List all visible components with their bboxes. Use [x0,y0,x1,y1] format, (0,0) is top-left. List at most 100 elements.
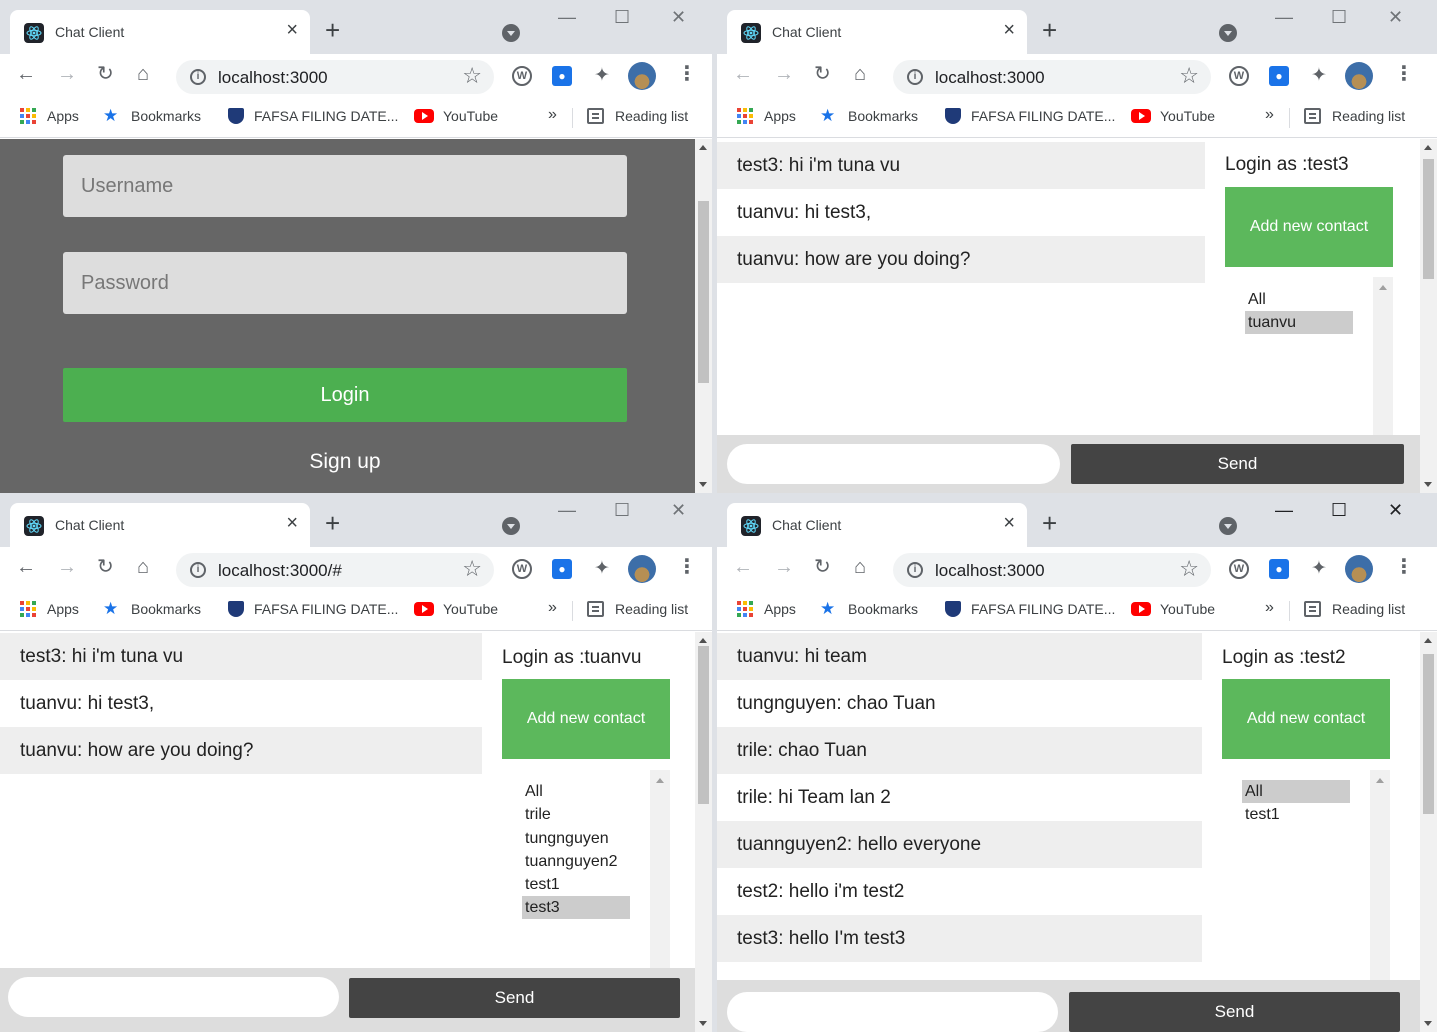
reading-list[interactable]: Reading list [615,108,688,124]
add-contact-button[interactable]: Add new contact [502,679,670,759]
extension-drop-icon[interactable]: ● [552,559,572,579]
home-icon[interactable]: ⌂ [854,557,866,577]
send-button[interactable]: Send [1069,992,1400,1032]
bookmark-fafsa[interactable]: FAFSA FILING DATE... [971,108,1115,124]
minimize-icon[interactable]: — [558,501,576,519]
contact-item[interactable]: test1 [522,873,630,896]
close-window-icon[interactable]: ✕ [1388,501,1403,519]
info-icon[interactable]: i [907,562,923,578]
bookmark-folder[interactable]: Bookmarks [131,108,201,124]
reload-icon[interactable]: ↻ [97,557,114,577]
scroll-up-arrow[interactable] [1424,145,1432,150]
page-scrollbar[interactable] [1420,139,1437,493]
browser-tab[interactable]: Chat Client × [727,10,1027,54]
bookmarks-overflow[interactable]: » [1265,599,1274,617]
bookmark-apps[interactable]: Apps [764,601,796,617]
maximize-icon[interactable]: ☐ [1331,501,1347,519]
extension-w-icon[interactable]: W [512,559,532,579]
bookmark-apps[interactable]: Apps [47,601,79,617]
contact-item[interactable]: tungnguyen [522,827,630,850]
scroll-thumb[interactable] [1423,159,1434,279]
reading-list[interactable]: Reading list [1332,601,1405,617]
scroll-down-arrow[interactable] [699,482,707,487]
page-scrollbar[interactable] [695,139,712,493]
message-input[interactable] [727,444,1060,484]
browser-tab[interactable]: Chat Client × [10,10,310,54]
scroll-thumb[interactable] [698,201,709,383]
contact-item[interactable]: tuannguyen2 [522,850,630,873]
username-field[interactable]: Username [63,155,627,217]
new-tab-icon[interactable]: + [1042,17,1057,43]
contact-item[interactable]: test1 [1242,803,1350,826]
tab-search-icon[interactable] [1219,517,1237,535]
reload-icon[interactable]: ↻ [97,64,114,84]
url-text[interactable]: localhost:3000 [935,68,1045,88]
login-button[interactable]: Login [63,368,627,422]
puzzle-icon[interactable]: ✦ [1309,559,1329,579]
info-icon[interactable]: i [907,69,923,85]
bookmark-folder[interactable]: Bookmarks [131,601,201,617]
star-icon[interactable]: ☆ [1179,65,1199,87]
close-window-icon[interactable]: ✕ [671,8,686,26]
contact-list[interactable]: All trile tungnguyen tuannguyen2 test1 t… [502,770,670,968]
reading-list[interactable]: Reading list [615,601,688,617]
reload-icon[interactable]: ↻ [814,557,831,577]
tab-close-icon[interactable]: × [286,20,298,40]
close-window-icon[interactable]: ✕ [1388,8,1403,26]
forward-icon[interactable]: → [774,557,794,577]
avatar[interactable] [1345,62,1373,90]
extension-drop-icon[interactable]: ● [1269,66,1289,86]
contact-list-scrollbar[interactable] [1370,770,1390,980]
contact-item[interactable]: All [1245,288,1353,311]
contact-list-scrollbar[interactable] [650,770,670,968]
add-contact-button[interactable]: Add new contact [1222,679,1390,759]
avatar[interactable] [628,62,656,90]
bookmarks-overflow[interactable]: » [548,599,557,617]
kebab-icon[interactable]: ⋮ [1394,64,1414,84]
bookmark-folder[interactable]: Bookmarks [848,108,918,124]
new-tab-icon[interactable]: + [325,510,340,536]
contact-item[interactable]: trile [522,803,630,826]
forward-icon[interactable]: → [57,557,77,577]
bookmark-fafsa[interactable]: FAFSA FILING DATE... [254,108,398,124]
page-scrollbar[interactable] [1420,632,1437,1032]
scroll-down-arrow[interactable] [1424,1021,1432,1026]
star-icon[interactable]: ☆ [1179,558,1199,580]
browser-tab[interactable]: Chat Client × [727,503,1027,547]
maximize-icon[interactable]: ☐ [614,501,630,519]
signup-link[interactable]: Sign up [63,450,627,474]
contact-list[interactable]: All test1 [1222,770,1390,980]
bookmark-apps[interactable]: Apps [764,108,796,124]
address-bar[interactable]: i localhost:3000 ☆ [893,553,1211,587]
home-icon[interactable]: ⌂ [137,557,149,577]
info-icon[interactable]: i [190,562,206,578]
scroll-up-arrow[interactable] [1424,638,1432,643]
kebab-icon[interactable]: ⋮ [677,557,697,577]
url-text[interactable]: localhost:3000/# [218,561,342,581]
bookmark-folder[interactable]: Bookmarks [848,601,918,617]
home-icon[interactable]: ⌂ [854,64,866,84]
tab-close-icon[interactable]: × [286,513,298,533]
star-icon[interactable]: ☆ [462,558,482,580]
minimize-icon[interactable]: — [1275,501,1293,519]
bookmark-youtube[interactable]: YouTube [443,601,498,617]
address-bar[interactable]: i localhost:3000 ☆ [176,60,494,94]
tab-search-icon[interactable] [1219,24,1237,42]
extension-drop-icon[interactable]: ● [552,66,572,86]
maximize-icon[interactable]: ☐ [1331,8,1347,26]
forward-icon[interactable]: → [57,64,77,84]
info-icon[interactable]: i [190,69,206,85]
bookmark-fafsa[interactable]: FAFSA FILING DATE... [254,601,398,617]
message-input[interactable] [727,992,1058,1032]
reload-icon[interactable]: ↻ [814,64,831,84]
avatar[interactable] [628,555,656,583]
password-field[interactable]: Password [63,252,627,314]
home-icon[interactable]: ⌂ [137,64,149,84]
bookmark-fafsa[interactable]: FAFSA FILING DATE... [971,601,1115,617]
reading-list[interactable]: Reading list [1332,108,1405,124]
back-icon[interactable]: ← [16,64,36,84]
scroll-thumb[interactable] [1423,654,1434,814]
send-button[interactable]: Send [1071,444,1404,484]
puzzle-icon[interactable]: ✦ [1309,66,1329,86]
bookmark-youtube[interactable]: YouTube [1160,601,1215,617]
